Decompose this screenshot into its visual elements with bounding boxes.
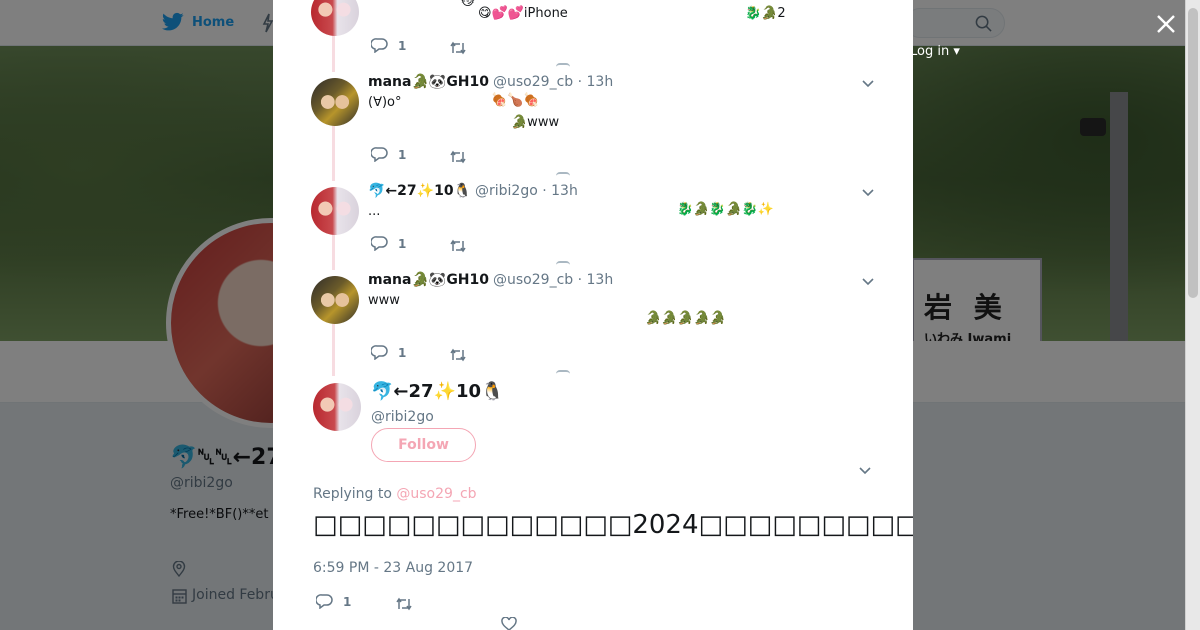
retweet-icon bbox=[450, 239, 466, 253]
tweet-text-food: 🍖🍗🍖 bbox=[491, 93, 540, 108]
main-tweet-text: □□□□□□□□□□□□□2024□□□□□□□□□□□😁✌️✨ bbox=[313, 510, 913, 540]
retweet-button[interactable] bbox=[449, 238, 467, 257]
chevron-down-icon[interactable] bbox=[861, 79, 875, 89]
tweet-time[interactable]: · 13h bbox=[578, 272, 614, 288]
tweet-header: 🐬←27✨10🐧 @ribi2go · 13h bbox=[368, 183, 578, 199]
retweet-icon bbox=[450, 41, 466, 55]
more-replies-indicator bbox=[556, 172, 570, 176]
more-replies-indicator bbox=[556, 370, 570, 374]
avatar[interactable] bbox=[311, 276, 359, 324]
tweet-text-tail: 🐊🐊🐊🐊🐊 bbox=[645, 311, 726, 326]
main-tweet-author-handle[interactable]: @ribi2go bbox=[371, 409, 434, 425]
author-handle[interactable]: @uso29_cb bbox=[493, 272, 573, 288]
reply-icon bbox=[371, 345, 388, 360]
reply-icon bbox=[316, 594, 333, 609]
tweet-header: mana🐊🐼GH10 @uso29_cb · 13h bbox=[368, 272, 613, 288]
chevron-down-icon[interactable] bbox=[858, 466, 872, 476]
retweet-icon bbox=[450, 150, 466, 164]
scrollbar-thumb[interactable] bbox=[1188, 8, 1198, 298]
author-name[interactable]: mana🐊🐼GH10 bbox=[368, 74, 489, 90]
reply-icon bbox=[371, 38, 388, 53]
replying-to-handle-link[interactable]: @uso29_cb bbox=[396, 486, 476, 502]
avatar[interactable] bbox=[311, 0, 359, 36]
tweet-text: 😋💕💕iPhone bbox=[478, 6, 568, 21]
more-replies-indicator bbox=[556, 63, 570, 67]
retweet-button[interactable] bbox=[395, 596, 413, 615]
reply-icon bbox=[371, 236, 388, 251]
tweet-text: ... bbox=[368, 204, 381, 219]
retweet-icon bbox=[396, 597, 412, 611]
close-icon[interactable] bbox=[1154, 12, 1178, 36]
reply-button[interactable]: 1 bbox=[316, 594, 351, 609]
author-handle[interactable]: @uso29_cb bbox=[493, 74, 573, 90]
tweet-time[interactable]: · 13h bbox=[578, 74, 614, 90]
tweet-text: (∀)o° bbox=[368, 95, 402, 110]
heart-icon[interactable] bbox=[501, 617, 517, 630]
reply-count: 1 bbox=[398, 147, 407, 162]
reply-button[interactable]: 1 bbox=[371, 147, 406, 162]
thread-tweet[interactable]: mana🐊🐼GH10 @uso29_cb · 13h www 🐊🐊🐊🐊🐊 1 bbox=[273, 272, 913, 372]
follow-button[interactable]: Follow bbox=[371, 428, 476, 462]
author-name[interactable]: 🐬←27✨10🐧 bbox=[368, 183, 471, 199]
tweet-permalink-modal: 😼 😋💕💕iPhone 🐉🐊2 1 mana🐊🐼GH10 @uso29_cb · … bbox=[273, 0, 913, 630]
retweet-button[interactable] bbox=[449, 40, 467, 59]
reply-button[interactable]: 1 bbox=[371, 38, 406, 53]
tweet-header: mana🐊🐼GH10 @uso29_cb · 13h bbox=[368, 74, 613, 90]
thread-tweet[interactable]: mana🐊🐼GH10 @uso29_cb · 13h (∀)o° 🍖🍗🍖 🐊www… bbox=[273, 74, 913, 174]
reply-count: 1 bbox=[398, 345, 407, 360]
retweet-icon bbox=[450, 348, 466, 362]
partial-emoji-row: 😼 bbox=[461, 0, 475, 9]
reply-count: 1 bbox=[343, 594, 352, 609]
avatar[interactable] bbox=[311, 187, 359, 235]
main-tweet-avatar[interactable] bbox=[313, 383, 361, 431]
thread-tweet[interactable]: 😼 😋💕💕iPhone 🐉🐊2 1 bbox=[273, 0, 913, 68]
retweet-button[interactable] bbox=[449, 149, 467, 168]
main-tweet-timestamp[interactable]: 6:59 PM - 23 Aug 2017 bbox=[313, 560, 473, 576]
reply-count: 1 bbox=[398, 236, 407, 251]
reply-button[interactable]: 1 bbox=[371, 345, 406, 360]
more-replies-indicator bbox=[556, 261, 570, 265]
tweet-text-tail: 🐉🐊2 bbox=[745, 6, 786, 21]
chevron-down-icon[interactable] bbox=[861, 188, 875, 198]
tweet-text: www bbox=[368, 293, 400, 308]
avatar[interactable] bbox=[311, 78, 359, 126]
tweet-text-tail: 🐉🐊🐉🐊🐉✨ bbox=[677, 202, 775, 217]
replying-to-prefix: Replying to bbox=[313, 486, 397, 502]
page-scrollbar[interactable] bbox=[1185, 0, 1200, 630]
reply-icon bbox=[371, 147, 388, 162]
tweet-time[interactable]: · 13h bbox=[542, 183, 578, 199]
thread-tweet[interactable]: 🐬←27✨10🐧 @ribi2go · 13h ... 🐉🐊🐉🐊🐉✨ 1 bbox=[273, 183, 913, 263]
chevron-down-icon[interactable] bbox=[861, 277, 875, 287]
retweet-button[interactable] bbox=[449, 347, 467, 366]
login-link[interactable]: Log in ▾ bbox=[910, 44, 960, 59]
reply-button[interactable]: 1 bbox=[371, 236, 406, 251]
reply-count: 1 bbox=[398, 38, 407, 53]
main-tweet-author-name[interactable]: 🐬←27✨10🐧 bbox=[371, 381, 503, 402]
tweet-text-line2: 🐊www bbox=[511, 115, 560, 130]
author-handle[interactable]: @ribi2go bbox=[475, 183, 538, 199]
replying-to-line: Replying to @uso29_cb bbox=[313, 486, 477, 502]
author-name[interactable]: mana🐊🐼GH10 bbox=[368, 272, 489, 288]
